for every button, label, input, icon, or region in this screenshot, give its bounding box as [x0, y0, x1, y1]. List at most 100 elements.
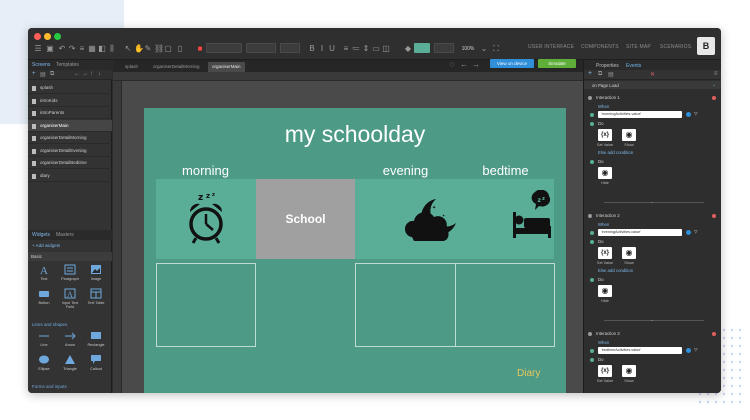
else-do-toggle-icon[interactable] [590, 278, 594, 282]
widget-callout[interactable]: Callout [84, 354, 108, 376]
interaction-toggle-icon[interactable] [588, 332, 592, 336]
when-label[interactable]: When [598, 340, 609, 345]
show-action-icon[interactable]: ◉ [622, 247, 636, 259]
widget-button[interactable]: Button [32, 288, 56, 310]
delete-interaction-icon[interactable] [712, 96, 716, 100]
condition-toggle-icon[interactable] [590, 113, 594, 117]
tab-screens[interactable]: Screens [32, 62, 50, 68]
hide-action-icon[interactable]: ◉ [598, 285, 612, 297]
do-label[interactable]: Do [598, 357, 604, 362]
widget-arrow[interactable]: Arrow [58, 330, 82, 352]
move-right-icon[interactable]: → [82, 71, 88, 77]
doc-tab-organiser-main[interactable]: organiserMain [208, 62, 245, 72]
set-value-action-icon[interactable]: {x} [598, 247, 612, 259]
morning-activities-box[interactable] [156, 263, 256, 347]
tab-properties[interactable]: Properties [596, 63, 619, 69]
condition-field[interactable]: 'morningActivities.value' [598, 111, 682, 118]
condition-next-icon[interactable] [686, 230, 691, 235]
page-item-diary[interactable]: diary [28, 170, 112, 182]
tab-user-interface[interactable]: USER INTERFACE [528, 44, 574, 50]
simulate-button[interactable]: Simulate [538, 59, 576, 68]
condition-next-icon[interactable] [686, 348, 691, 353]
add-folder-icon[interactable]: ▤ [40, 71, 46, 78]
page-item-organiserdetailevening[interactable]: organiserDetailEvening [28, 145, 112, 157]
widget-input-text-field[interactable]: A Input Text Field [58, 288, 82, 310]
else-do-toggle-icon[interactable] [590, 160, 594, 164]
page-item-introkids[interactable]: introKids [28, 95, 112, 107]
border-icon[interactable]: ▭ [372, 45, 380, 53]
do-label[interactable]: Do [598, 121, 604, 126]
widget-triangle[interactable]: Triangle [58, 354, 82, 376]
duplicate-icon[interactable]: ⧉ [50, 71, 54, 78]
condition-field[interactable]: 'eveningActivities.value' [598, 229, 682, 236]
view-on-device-button[interactable]: View on device [490, 59, 534, 68]
distribute-icon[interactable]: ⫼ [108, 45, 116, 53]
font-color-icon[interactable]: ■ [196, 45, 204, 53]
page-item-splash[interactable]: splash [28, 82, 112, 94]
delete-interaction-icon[interactable] [712, 332, 716, 336]
delete-interaction-icon[interactable] [712, 214, 716, 218]
pointer-icon[interactable]: ↖ [124, 45, 132, 53]
condition-next-icon[interactable] [686, 112, 691, 117]
page-item-organiserdetailbedtime[interactable]: organiserDetailBedtime [28, 157, 112, 169]
condition-filter-icon[interactable]: ▽ [694, 111, 697, 117]
maximize-window-button[interactable] [54, 33, 61, 40]
close-window-button[interactable] [34, 33, 41, 40]
undo-icon[interactable]: ↶ [58, 45, 66, 53]
forward-icon[interactable]: → [472, 61, 480, 69]
tab-events[interactable]: Events [626, 63, 641, 69]
interaction-label[interactable]: Interaction 2 [596, 213, 620, 218]
diary-link[interactable]: Diary [517, 368, 540, 379]
font-family-select[interactable] [206, 43, 242, 53]
minimize-window-button[interactable] [44, 33, 51, 40]
doc-tab-splash[interactable]: splash [121, 62, 142, 72]
interaction-label[interactable]: Interaction 1 [596, 95, 620, 100]
school-panel[interactable]: School [256, 179, 355, 259]
underline-icon[interactable]: U [328, 45, 336, 53]
interaction-toggle-icon[interactable] [588, 214, 592, 218]
widget-paragraph[interactable]: Paragraph [58, 264, 82, 286]
tab-masters[interactable]: Masters [56, 232, 74, 238]
zoom-level[interactable]: 100% [458, 45, 478, 53]
condition-filter-icon[interactable]: ▽ [694, 229, 697, 235]
do-toggle-icon[interactable] [590, 240, 594, 244]
bedtime-activities-box[interactable] [455, 263, 555, 347]
move-left-icon[interactable]: ← [74, 71, 80, 77]
do-toggle-icon[interactable] [590, 122, 594, 126]
condition-toggle-icon[interactable] [590, 231, 594, 235]
page-item-organisermain[interactable]: organiserMain [28, 119, 112, 132]
when-label[interactable]: When [598, 222, 609, 227]
do-toggle-icon[interactable] [590, 358, 594, 362]
doc-tab-organiser-detail-morning[interactable]: organiserDetailMorning [149, 62, 204, 72]
add-event-icon[interactable]: + [588, 70, 592, 77]
mobile-icon[interactable]: ▯ [176, 45, 184, 53]
widget-text-table[interactable]: Text Table [84, 288, 108, 310]
pencil-icon[interactable]: ✎ [144, 45, 152, 53]
italic-icon[interactable]: I [318, 45, 326, 53]
add-interaction-icon[interactable]: ⌄ [650, 199, 654, 205]
opacity-field[interactable] [434, 43, 454, 53]
layers-icon[interactable]: ◧ [98, 45, 106, 53]
else-do-label[interactable]: Do [598, 159, 604, 164]
save-icon[interactable]: ▣ [46, 45, 54, 53]
shadow-icon[interactable]: ◫ [382, 45, 390, 53]
widget-rectangle[interactable]: Rectangle [84, 330, 108, 352]
canvas-page[interactable]: my schoolday morning evening bedtime z z… [144, 108, 566, 393]
hide-action-icon[interactable]: ◉ [598, 167, 612, 179]
set-value-action-icon[interactable]: {x} [598, 129, 612, 141]
bold-icon[interactable]: B [308, 45, 316, 53]
back-icon[interactable]: ← [460, 61, 468, 69]
alarm-clock-icon[interactable]: z z z [184, 190, 228, 248]
comment-toggle-icon[interactable]: ◌ [448, 61, 456, 69]
user-avatar[interactable]: B [697, 37, 715, 55]
collapse-chevron-icon[interactable]: ⌄ [712, 82, 716, 88]
condition-filter-icon[interactable]: ▽ [694, 347, 697, 353]
widget-line[interactable]: Line [32, 330, 56, 352]
condition-toggle-icon[interactable] [590, 349, 594, 353]
interaction-toggle-icon[interactable] [588, 96, 592, 100]
link-icon[interactable]: ⛓ [154, 45, 164, 53]
delete-event-icon[interactable]: ✕ [650, 71, 655, 78]
list-icon[interactable]: ≔ [352, 45, 360, 53]
fill-color-swatch[interactable] [414, 43, 430, 53]
show-action-icon[interactable]: ◉ [622, 365, 636, 377]
